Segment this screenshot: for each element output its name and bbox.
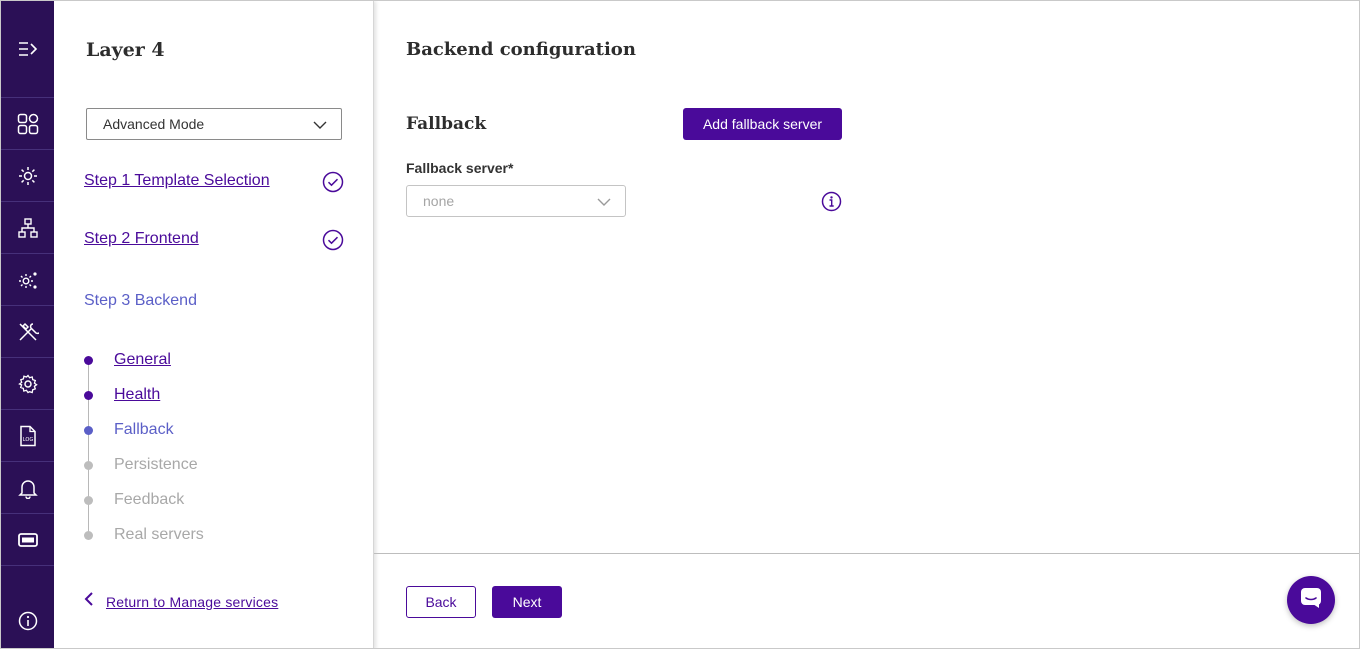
rail-item-notifications[interactable] (1, 462, 54, 514)
substep-label: Feedback (114, 491, 185, 508)
settings-cluster-icon (17, 269, 39, 291)
substep-persistence: Persistence (84, 453, 198, 477)
rail-item-cluster-settings[interactable] (1, 254, 54, 306)
substep-label: Real servers (114, 526, 204, 543)
substep-label: General (114, 351, 171, 368)
substep-dot (84, 425, 93, 435)
step-complete-check-icon (322, 171, 344, 198)
substep-feedback: Feedback (84, 488, 184, 512)
network-icon (17, 217, 39, 239)
settings-icon (17, 373, 39, 395)
substep-health[interactable]: Health (84, 383, 160, 407)
substep-label: Fallback (114, 421, 174, 438)
services-gear-icon (17, 165, 39, 187)
icon-rail: LOG (1, 1, 54, 648)
bell-icon (17, 477, 39, 499)
rail-item-tools[interactable] (1, 306, 54, 358)
fallback-server-value: none (423, 193, 455, 209)
chevron-left-icon (84, 591, 94, 612)
step-complete-check-icon (322, 229, 344, 256)
app-window: LOG Layer 4 Advanced Mode Step 1 Templat… (0, 0, 1360, 649)
tools-icon (17, 321, 39, 343)
ticket-icon (17, 531, 39, 549)
rail-item-services[interactable] (1, 150, 54, 202)
page-title: Backend configuration (406, 39, 636, 60)
info-icon (18, 611, 38, 636)
next-button[interactable]: Next (492, 586, 562, 618)
svg-text:LOG: LOG (22, 437, 33, 443)
return-to-manage-services-link[interactable]: Return to Manage services (84, 591, 278, 612)
substep-dot (84, 390, 93, 400)
expand-menu-icon (18, 41, 38, 57)
log-file-icon: LOG (18, 425, 38, 447)
chat-launcher-button[interactable] (1287, 576, 1335, 624)
fallback-server-select[interactable]: none (406, 185, 626, 217)
dashboard-icon (17, 113, 39, 135)
substep-fallback: Fallback (84, 418, 174, 442)
chat-icon (1299, 586, 1323, 615)
expand-menu-button[interactable] (1, 1, 54, 98)
substep-label: Persistence (114, 456, 198, 473)
back-button[interactable]: Back (406, 586, 476, 618)
substep-dot (84, 460, 93, 470)
rail-item-network[interactable] (1, 202, 54, 254)
substep-label: Health (114, 386, 161, 403)
mode-select-value: Advanced Mode (103, 116, 205, 132)
info-icon[interactable] (821, 191, 842, 217)
panel-title: Layer 4 (86, 39, 165, 61)
chevron-down-icon (597, 195, 611, 211)
substep-real-servers: Real servers (84, 523, 204, 547)
rail-info-button[interactable] (1, 597, 54, 648)
substep-dot (84, 495, 93, 505)
step-current-backend: Step 3 Backend (84, 292, 197, 309)
mode-select[interactable]: Advanced Mode (86, 108, 342, 140)
return-link-label: Return to Manage services (106, 593, 279, 610)
fallback-server-label: Fallback server* (406, 160, 514, 176)
section-title: Fallback (406, 114, 487, 134)
rail-item-tickets[interactable] (1, 514, 54, 566)
step-link-frontend[interactable]: Step 2 Frontend (84, 230, 199, 248)
wizard-panel: Layer 4 Advanced Mode Step 1 Template Se… (54, 1, 374, 648)
add-fallback-server-button[interactable]: Add fallback server (683, 108, 842, 140)
substep-dot (84, 530, 93, 540)
step-link-template-selection[interactable]: Step 1 Template Selection (84, 172, 270, 190)
rail-item-logs[interactable]: LOG (1, 410, 54, 462)
rail-item-dashboard[interactable] (1, 98, 54, 150)
rail-item-settings[interactable] (1, 358, 54, 410)
footer-divider (374, 553, 1359, 554)
main-content: Backend configuration Fallback Add fallb… (374, 1, 1359, 648)
substep-general[interactable]: General (84, 348, 171, 372)
substep-dot (84, 355, 93, 365)
chevron-down-icon (313, 118, 327, 134)
